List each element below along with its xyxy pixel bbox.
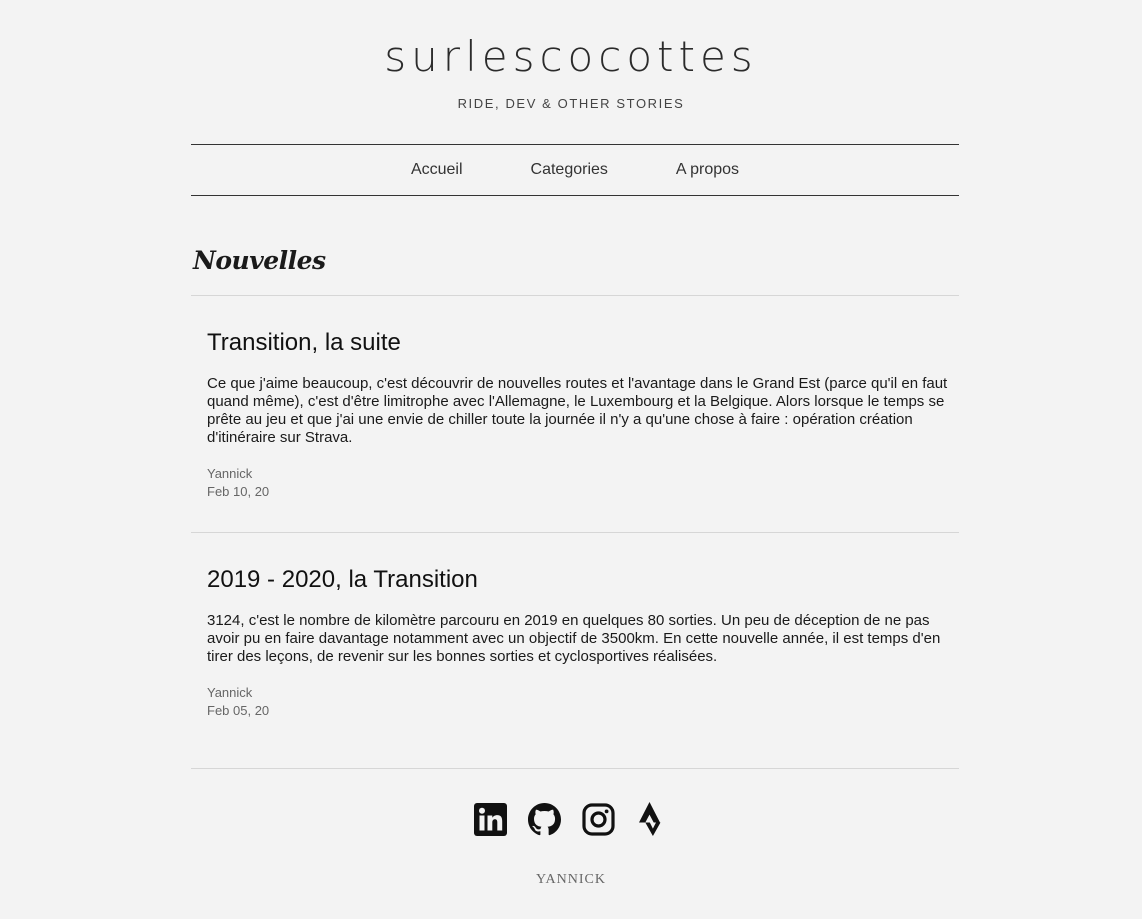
post-title[interactable]: Transition, la suite — [207, 329, 952, 357]
post-date: Feb 05, 20 — [207, 703, 270, 718]
divider — [191, 768, 959, 769]
linkedin-icon[interactable] — [473, 800, 507, 838]
nav-item-a-propos[interactable]: A propos — [642, 161, 773, 179]
post-card: Transition, la suite Ce que j'aime beauc… — [207, 329, 952, 501]
social-links — [0, 800, 1142, 838]
footer-name: YANNICK — [536, 872, 606, 887]
site-title[interactable]: surlescocottes — [0, 32, 1142, 81]
post-excerpt: Ce que j'aime beaucoup, c'est découvrir … — [207, 375, 948, 446]
instagram-icon[interactable] — [581, 800, 615, 838]
post-date: Feb 10, 20 — [207, 484, 270, 499]
section-title: Nouvelles — [193, 246, 326, 275]
divider — [191, 532, 959, 533]
divider — [191, 295, 959, 296]
github-icon[interactable] — [527, 800, 561, 838]
post-card: 2019 - 2020, la Transition 3124, c'est l… — [207, 566, 952, 720]
post-title[interactable]: 2019 - 2020, la Transition — [207, 566, 952, 594]
post-author: Yannick — [207, 685, 253, 700]
post-author: Yannick — [207, 466, 253, 481]
post-excerpt: 3124, c'est le nombre de kilomètre parco… — [207, 612, 941, 665]
main-nav: Accueil Categories A propos — [191, 144, 959, 196]
strava-icon[interactable] — [635, 800, 669, 838]
nav-item-accueil[interactable]: Accueil — [377, 161, 497, 179]
nav-item-categories[interactable]: Categories — [497, 161, 642, 179]
site-tagline: RIDE, DEV & OTHER STORIES — [457, 96, 685, 111]
